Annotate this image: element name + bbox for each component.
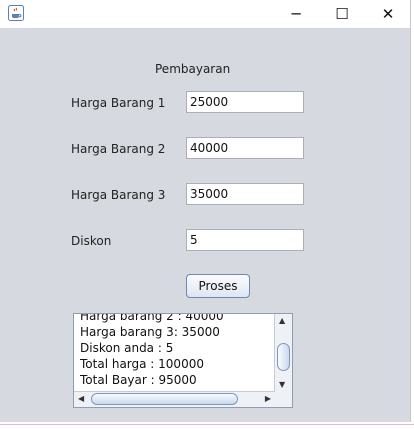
diskon-input[interactable] (186, 229, 304, 251)
app-window: ─ ☐ ✕ Pembayaran Harga Barang 1 Harga Ba… (0, 0, 411, 422)
maximize-button[interactable]: ☐ (319, 0, 365, 28)
harga-barang-3-input[interactable] (186, 183, 304, 205)
background-divider (0, 424, 414, 425)
scroll-up-arrow-icon[interactable]: ▲ (279, 317, 285, 325)
harga-barang-3-label: Harga Barang 3 (71, 188, 166, 202)
horizontal-scroll-thumb[interactable] (91, 393, 238, 405)
output-line: Harga barang 2 : 40000 (80, 313, 224, 323)
scroll-right-arrow-icon[interactable]: ▶ (265, 395, 271, 403)
java-cup-icon (8, 5, 24, 21)
harga-barang-1-label: Harga Barang 1 (71, 96, 166, 110)
output-text-area[interactable]: Harga barang 2 : 40000 Harga barang 3: 3… (74, 313, 274, 388)
vertical-scroll-thumb[interactable] (277, 343, 290, 371)
harga-barang-2-input[interactable] (186, 137, 304, 159)
output-line: Diskon anda : 5 (80, 341, 174, 355)
harga-barang-2-label: Harga Barang 2 (71, 142, 166, 156)
vertical-scrollbar[interactable]: ▲ ▼ (274, 314, 292, 392)
scroll-down-arrow-icon[interactable]: ▼ (279, 381, 285, 389)
output-line: Total harga : 100000 (80, 357, 204, 371)
output-line: Harga barang 3: 35000 (80, 325, 220, 339)
minimize-button[interactable]: ─ (273, 0, 319, 28)
form-title: Pembayaran (155, 62, 231, 76)
horizontal-scrollbar[interactable]: ◀ ▶ (74, 391, 275, 407)
output-scroll-pane[interactable]: Harga barang 2 : 40000 Harga barang 3: 3… (73, 313, 293, 408)
close-button[interactable]: ✕ (365, 0, 411, 28)
proses-button[interactable]: Proses (186, 274, 250, 298)
title-bar[interactable]: ─ ☐ ✕ (0, 0, 410, 28)
scroll-left-arrow-icon[interactable]: ◀ (78, 395, 84, 403)
diskon-label: Diskon (71, 234, 112, 248)
scroll-corner (275, 392, 292, 407)
harga-barang-1-input[interactable] (186, 91, 304, 113)
output-line: Total Bayar : 95000 (80, 373, 197, 387)
